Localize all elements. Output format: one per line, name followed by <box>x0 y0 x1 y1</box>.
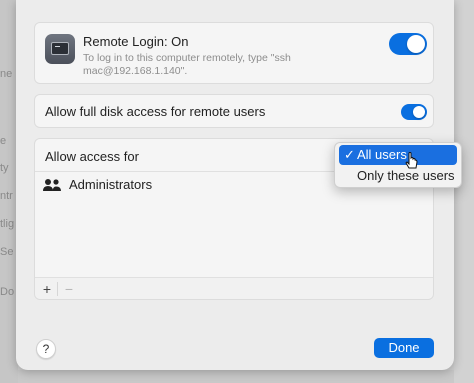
remote-login-card: Remote Login: On To log in to this compu… <box>34 22 434 84</box>
toggle-knob <box>413 106 425 118</box>
background-bottom-edge <box>18 370 454 383</box>
checkmark-icon: ✓ <box>344 147 355 162</box>
list-item[interactable]: Administrators <box>43 177 243 193</box>
toggle-knob <box>407 35 425 53</box>
allow-access-popup-menu: ✓ All users Only these users <box>334 142 462 188</box>
menu-item-all-users[interactable]: ✓ All users <box>339 145 457 165</box>
menu-item-label: All users <box>357 147 407 162</box>
people-icon <box>43 179 61 191</box>
divider <box>57 282 58 296</box>
help-button[interactable]: ? <box>36 339 56 359</box>
list-footer: + − <box>35 277 433 299</box>
remove-user-button[interactable]: − <box>59 280 79 298</box>
allow-access-label: Allow access for <box>45 149 139 164</box>
add-user-button[interactable]: + <box>37 280 57 298</box>
menu-item-only-these-users[interactable]: Only these users <box>339 166 457 186</box>
group-label: Administrators <box>69 177 153 192</box>
pointer-cursor-icon <box>405 152 418 169</box>
remote-login-toggle[interactable] <box>389 33 427 55</box>
done-button[interactable]: Done <box>374 338 434 358</box>
terminal-screen-icon <box>45 34 75 64</box>
full-disk-access-label: Allow full disk access for remote users <box>45 104 266 119</box>
background-right-edge <box>454 0 474 383</box>
full-disk-access-toggle[interactable] <box>401 104 427 120</box>
full-disk-access-card: Allow full disk access for remote users <box>34 94 434 128</box>
remote-login-title: Remote Login: On <box>83 34 189 49</box>
remote-login-subtitle: To log in to this computer remotely, typ… <box>83 52 291 77</box>
